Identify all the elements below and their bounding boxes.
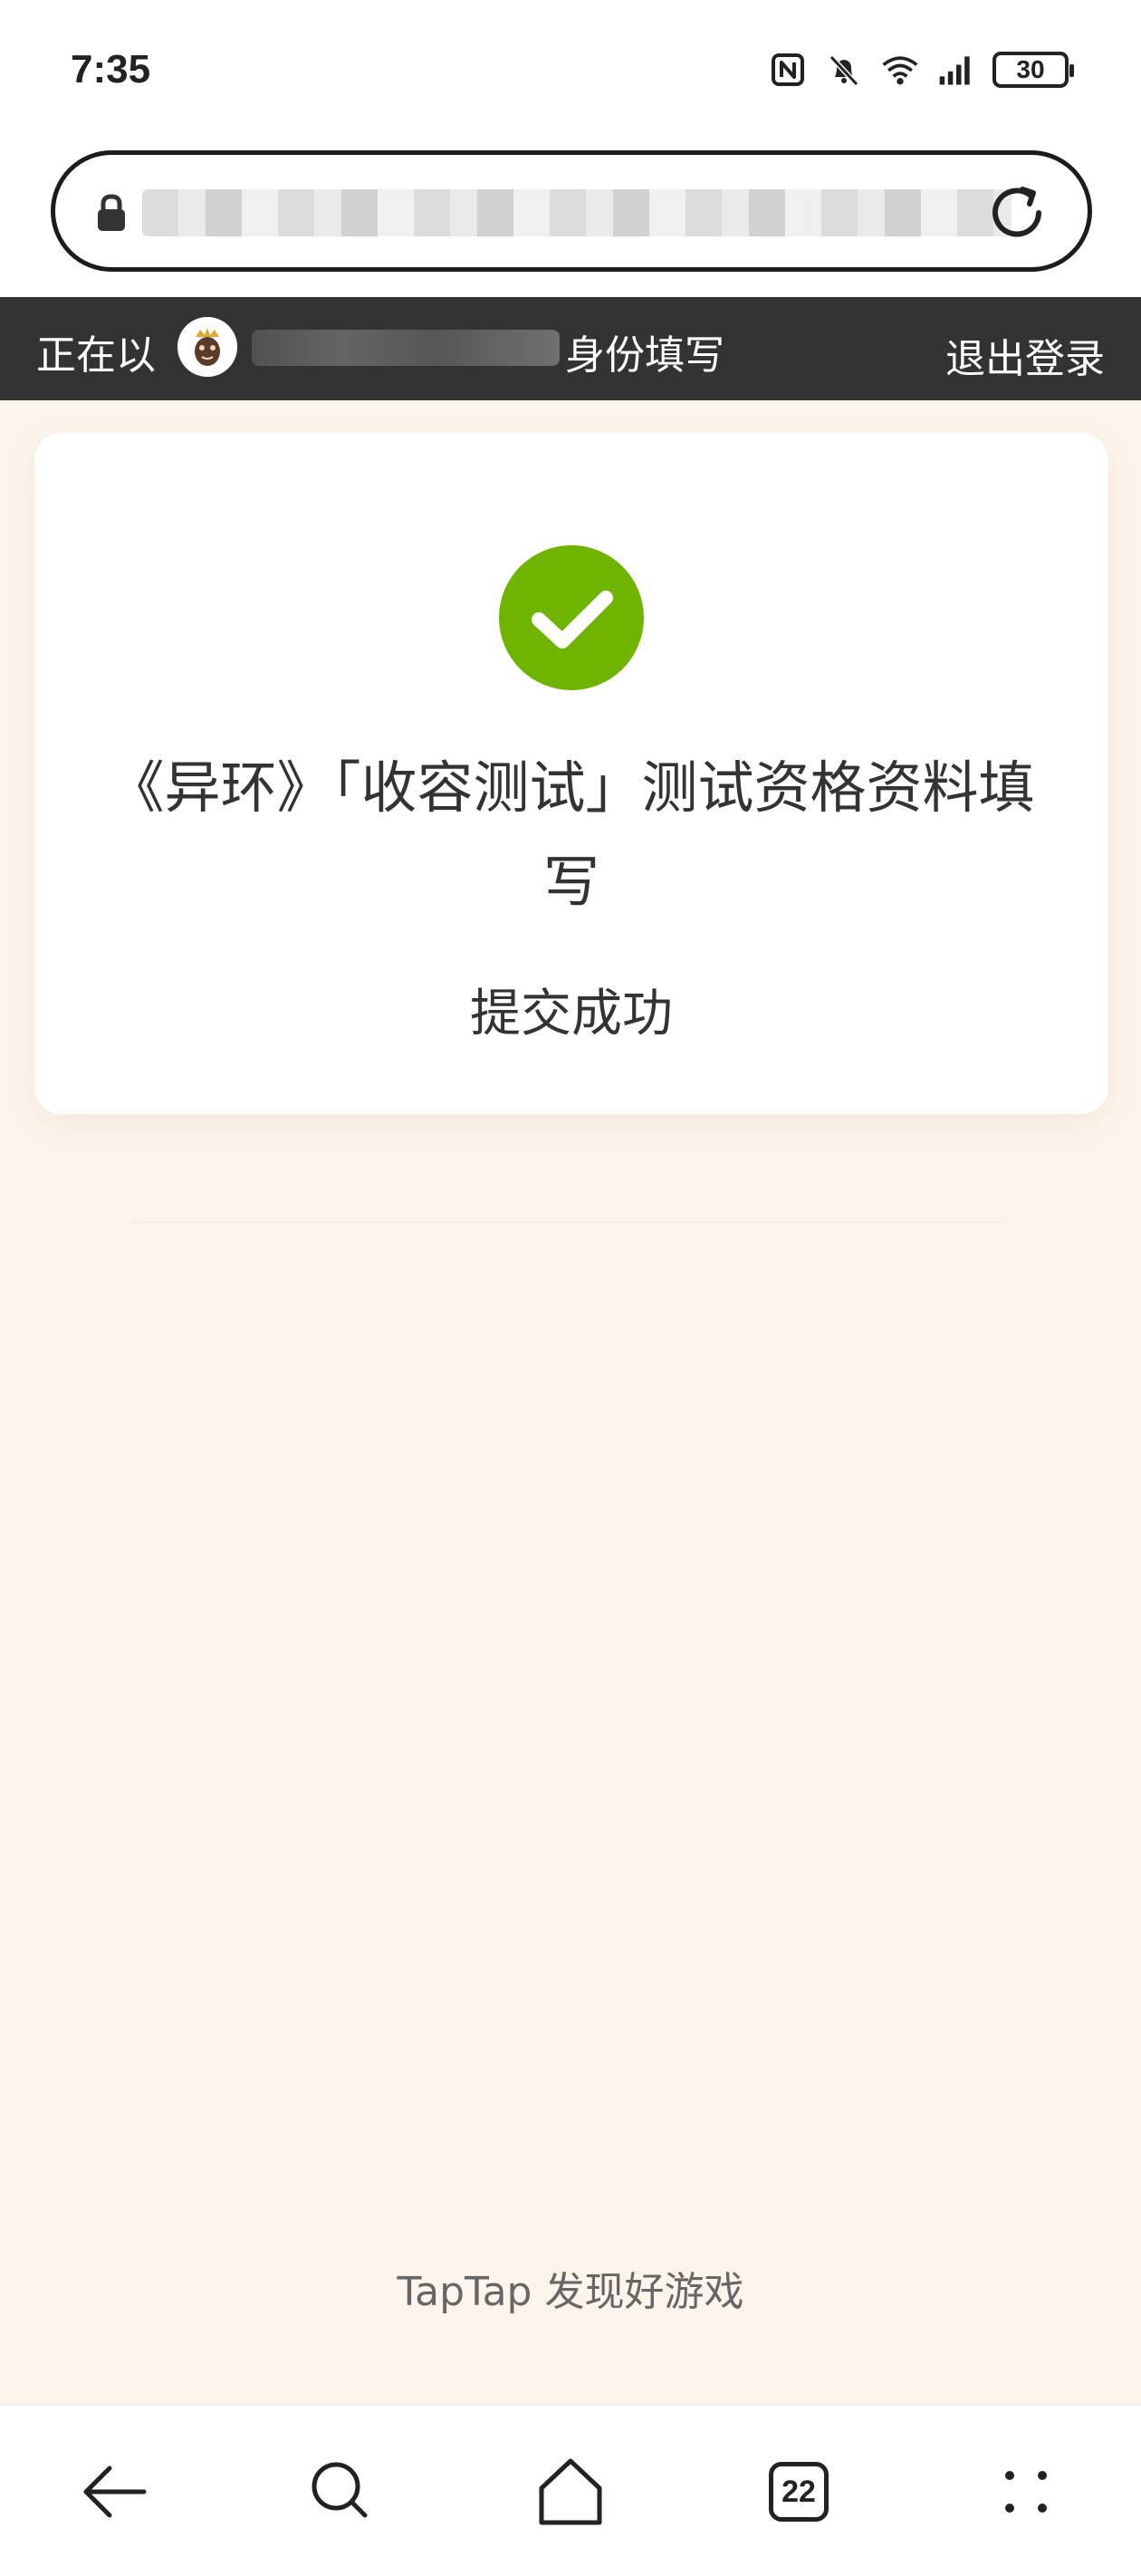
success-card: 《异环》「收容测试」测试资格资料填写 提交成功 [34,433,1108,1114]
more-icon [1005,2471,1047,2513]
identity-prefix: 正在以 [36,332,156,379]
home-button[interactable] [530,2451,611,2533]
lock-icon [95,193,128,236]
signal-icon [936,50,976,90]
bottom-nav: 22 [0,2404,1141,2576]
identity-bar: 正在以 身份填写 退出登录 [0,297,1141,400]
tabs-button[interactable]: 22 [758,2451,839,2533]
battery-icon: 30 [992,52,1074,88]
card-title: 《异环》「收容测试」测试资格资料填写 [108,755,1035,915]
tabs-icon[interactable]: 22 [769,2462,829,2522]
bell-muted-icon [824,50,864,90]
nfc-icon [768,50,808,90]
identity-suffix: 身份填写 [565,332,724,379]
back-button[interactable] [74,2451,156,2533]
logout-button[interactable]: 退出登录 [945,326,1105,384]
search-button[interactable] [301,2451,382,2533]
back-icon [83,2465,147,2518]
url-bar[interactable] [51,150,1092,272]
username-redacted [252,330,560,366]
reload-icon[interactable] [986,182,1048,247]
check-circle-icon [499,545,644,690]
home-icon [539,2458,602,2525]
status-time: 7:35 [71,47,151,91]
main-content: 《异环》「收容测试」测试资格资料填写 提交成功 TapTap 发现好游戏 [0,400,1141,2404]
more-button[interactable] [985,2451,1067,2533]
wifi-icon [880,50,920,90]
url-text-redacted[interactable] [142,189,1012,236]
status-icons: 30 [768,47,1074,92]
footer-slogan: TapTap 发现好游戏 [397,2269,744,2315]
search-icon [312,2462,368,2518]
submit-status: 提交成功 [470,985,673,1043]
divider [132,1221,1002,1224]
status-bar: 7:35 30 [0,0,1141,145]
avatar [177,317,237,377]
